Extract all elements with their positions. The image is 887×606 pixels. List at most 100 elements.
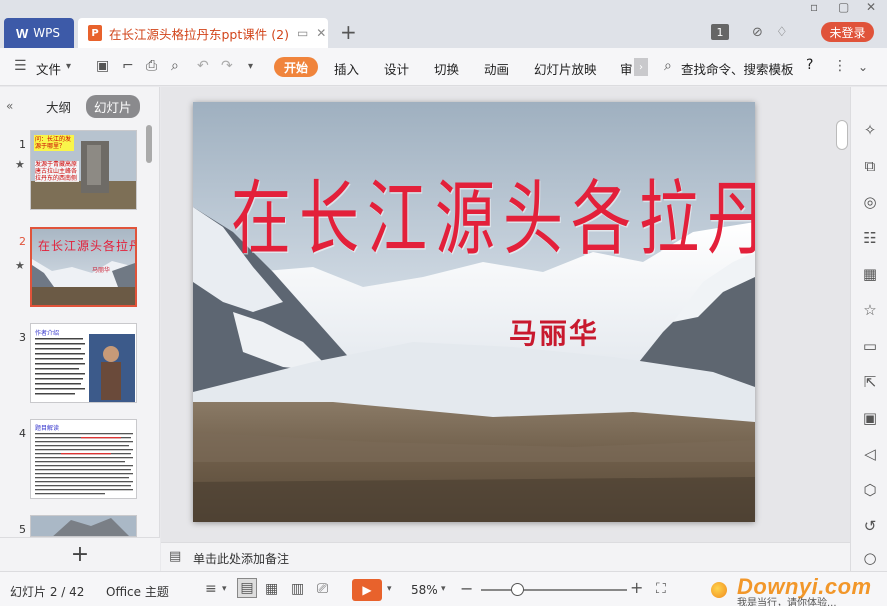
tab-review[interactable]: 审 — [620, 59, 633, 78]
slide-number: 2 — [19, 235, 26, 248]
notes-placeholder[interactable]: 单击此处添加备注 — [193, 550, 289, 567]
slide-number: 4 — [19, 427, 26, 440]
tab-home[interactable]: 开始 — [274, 57, 318, 77]
share-icon[interactable]: ⊘ — [752, 22, 763, 42]
watermark-subtitle: 我是当行，请你体验... — [737, 598, 837, 606]
slide-canvas: 在长江源头各拉丹东 马丽华 — [161, 87, 850, 542]
slide-thumbnail-image[interactable]: 在长江源头各拉丹东 马丽华 — [30, 227, 137, 307]
print-icon[interactable]: ⎙ — [146, 58, 157, 74]
wps-tab-label: WPS — [33, 26, 60, 40]
page-badge[interactable]: 1 — [711, 22, 729, 42]
comment-icon[interactable]: ▭ — [297, 26, 308, 40]
add-slide-button[interactable]: + — [0, 537, 160, 571]
thumbnail-5-picture — [31, 516, 136, 536]
slide-thumbnail-image[interactable]: 题目解读 — [30, 419, 137, 499]
tab-outline[interactable]: 大纲 — [46, 97, 71, 116]
chevron-down-icon[interactable]: ▾ — [66, 61, 71, 72]
slide-thumbnail-image[interactable]: 问：长江的发源于哪里？ 发源于青藏高原唐古拉山主峰各拉丹东的西南侧 — [30, 130, 137, 210]
current-slide[interactable]: 在长江源头各拉丹东 马丽华 — [193, 102, 755, 522]
presentation-file-icon: P — [88, 25, 102, 41]
shield-icon[interactable]: ⬡ — [861, 481, 879, 499]
share-export-icon[interactable]: ⇱ — [861, 373, 879, 391]
format-painter-icon[interactable]: ⌐ — [122, 58, 134, 74]
slide-sorter-icon[interactable]: ▦ — [265, 581, 278, 597]
notes-toggle-icon[interactable]: ≡ — [205, 581, 217, 597]
slide-thumbnail-image[interactable] — [30, 515, 137, 537]
login-button[interactable]: 未登录 — [821, 22, 874, 42]
title-bar: W WPS P 在长江源头格拉丹东ppt课件 (2) ▭ ✕ + ▫ ▢ ✕ 1… — [0, 0, 887, 48]
hamburger-menu-icon[interactable]: ☰ — [14, 58, 27, 74]
more-tabs-arrow-icon[interactable]: › — [634, 58, 648, 76]
image-library-icon[interactable]: ▦ — [861, 265, 879, 283]
theme-name[interactable]: Office 主题 — [106, 583, 169, 600]
search-icon[interactable]: ⌕ — [664, 58, 672, 74]
picture-icon[interactable]: ▣ — [861, 409, 879, 427]
audio-icon[interactable]: ◁ — [861, 445, 879, 463]
notes-bar[interactable]: ▤ 单击此处添加备注 — [161, 542, 850, 571]
help-button[interactable]: ? — [806, 57, 813, 73]
wps-home-tab[interactable]: W WPS — [4, 18, 74, 48]
history-icon[interactable]: ↺ — [861, 517, 879, 535]
zoom-slider-knob[interactable] — [511, 583, 524, 596]
slide-title[interactable]: 在长江源头各拉丹东 — [231, 154, 755, 271]
save-icon[interactable]: ▣ — [96, 58, 109, 74]
undo-icon[interactable]: ↶ — [197, 58, 209, 74]
thumbnail-2-author: 马丽华 — [92, 267, 111, 274]
chevron-down-icon[interactable]: ▾ — [387, 584, 392, 594]
wps-logo-icon: W — [16, 25, 29, 41]
close-window-button[interactable]: ✕ — [866, 0, 876, 14]
skin-icon[interactable]: ♢ — [776, 22, 788, 42]
tab-transitions[interactable]: 切换 — [434, 59, 459, 78]
zoom-level[interactable]: 58% — [411, 583, 438, 597]
favorite-star-icon[interactable]: ☆ — [861, 301, 879, 319]
tab-slides[interactable]: 幻灯片 — [86, 95, 140, 118]
zoom-in-button[interactable]: + — [630, 578, 643, 597]
close-tab-icon[interactable]: ✕ — [316, 26, 326, 40]
thumbnail-2-title: 在长江源头各拉丹东 — [38, 239, 135, 253]
canvas-scrollbar[interactable] — [836, 120, 848, 150]
reading-view-icon[interactable]: ▥ — [291, 581, 304, 597]
tab-insert[interactable]: 插入 — [334, 59, 359, 78]
command-search[interactable]: 查找命令、搜索模板 — [681, 59, 794, 78]
new-tab-button[interactable]: + — [340, 20, 357, 44]
tab-design[interactable]: 设计 — [384, 59, 409, 78]
print-preview-icon[interactable]: ⌕ — [171, 58, 179, 74]
page-badge-number: 1 — [711, 24, 729, 40]
slide-thumbnail-image[interactable]: 作者介绍 — [30, 323, 137, 403]
tab-animation[interactable]: 动画 — [484, 59, 509, 78]
play-slideshow-button[interactable]: ▶ — [352, 579, 382, 601]
document-tab[interactable]: P 在长江源头格拉丹东ppt课件 (2) ▭ ✕ — [78, 18, 328, 48]
maximize-window-button[interactable]: ▢ — [838, 0, 849, 14]
document-tab-title: 在长江源头格拉丹东ppt课件 (2) — [109, 26, 289, 42]
fit-to-window-icon[interactable]: ⛶ — [656, 581, 666, 597]
zoom-slider-track[interactable] — [481, 589, 627, 591]
notes-icon: ▤ — [169, 549, 182, 564]
minimize-window-button[interactable]: ▫ — [810, 0, 818, 14]
help-circle-icon[interactable]: ○ — [861, 549, 879, 567]
redo-icon[interactable]: ↷ — [221, 58, 233, 74]
watermark-logo: Downyi.com 我是当行，请你体验... — [707, 574, 887, 606]
thumbnails-scrollbar[interactable] — [146, 125, 152, 163]
thumbnail-3-content — [35, 334, 135, 402]
chevron-down-icon[interactable]: ▾ — [222, 584, 227, 594]
chevron-down-icon[interactable]: ▾ — [441, 584, 446, 594]
thumbnail-4-content — [35, 433, 133, 495]
file-menu[interactable]: 文件 — [36, 59, 61, 78]
more-options-icon[interactable]: ⋮ — [833, 58, 847, 74]
thumbnail-1-title: 问：长江的发源于哪里？ — [35, 136, 72, 150]
slide-author[interactable]: 马丽华 — [509, 312, 599, 352]
tab-slideshow[interactable]: 幻灯片放映 — [534, 59, 597, 78]
copy-format-icon[interactable]: ⧉ — [861, 157, 879, 175]
collapse-panel-icon[interactable]: « — [6, 99, 13, 113]
quick-access-dropdown-icon[interactable]: ▾ — [248, 61, 253, 72]
shapes-icon[interactable]: ◎ — [861, 193, 879, 211]
normal-view-icon[interactable]: ▤ — [237, 578, 257, 598]
presenter-view-icon[interactable]: ⎚ — [317, 581, 328, 597]
collapse-ribbon-icon[interactable]: ⌄ — [858, 60, 868, 74]
archive-icon[interactable]: ▭ — [861, 337, 879, 355]
adjust-settings-icon[interactable]: ☷ — [861, 229, 879, 247]
thumbnail-1-body: 发源于青藏高原唐古拉山主峰各拉丹东的西南侧 — [35, 161, 79, 182]
panel-tabs: « 大纲 幻灯片 — [0, 87, 160, 121]
zoom-out-button[interactable]: − — [460, 579, 473, 598]
magic-wand-icon[interactable]: ✧ — [861, 121, 879, 139]
